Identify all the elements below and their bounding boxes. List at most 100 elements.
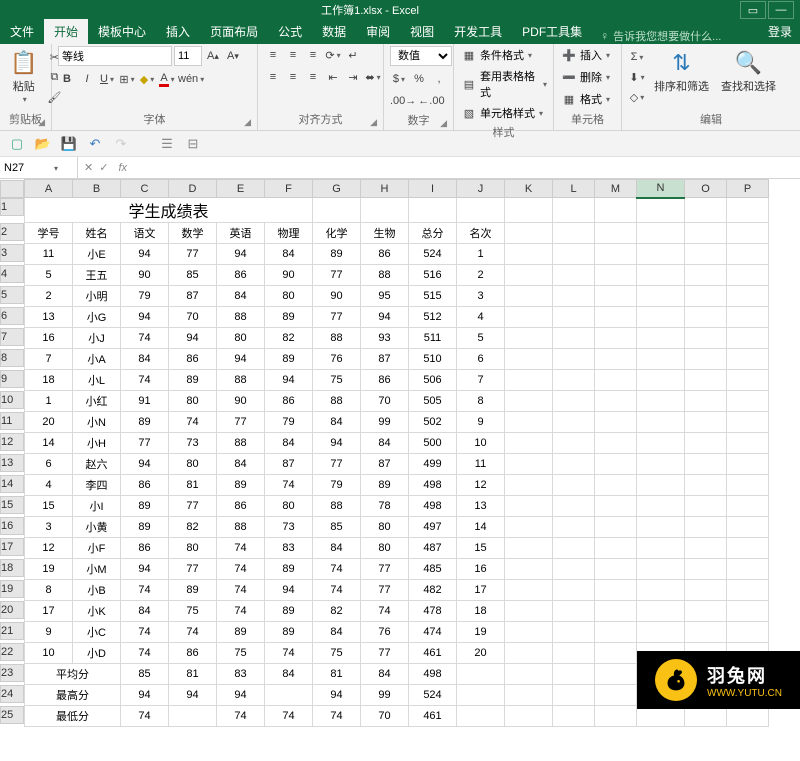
tab-view[interactable]: 视图 (400, 19, 444, 44)
cancel-formula-button[interactable]: ✕ (84, 161, 93, 174)
cell[interactable]: 515 (409, 286, 457, 307)
cell[interactable]: 89 (121, 412, 169, 433)
cell[interactable]: 小G (73, 307, 121, 328)
cell[interactable]: 86 (217, 265, 265, 286)
cell[interactable] (727, 412, 769, 433)
tab-formulas[interactable]: 公式 (268, 19, 312, 44)
cell[interactable] (457, 685, 505, 706)
cell[interactable]: 74 (361, 601, 409, 622)
cell[interactable]: 76 (313, 349, 361, 370)
cell[interactable] (361, 198, 409, 223)
cell[interactable]: 94 (121, 307, 169, 328)
cell[interactable]: 79 (121, 286, 169, 307)
cell[interactable]: 80 (217, 328, 265, 349)
cell[interactable]: 小黄 (73, 517, 121, 538)
cell[interactable]: 79 (313, 475, 361, 496)
cell[interactable]: 6 (25, 454, 73, 475)
cell[interactable]: 84 (361, 433, 409, 454)
cell[interactable]: 516 (409, 265, 457, 286)
cell[interactable]: 6 (457, 349, 505, 370)
row-header[interactable]: 19 (0, 580, 24, 598)
cell[interactable]: 小H (73, 433, 121, 454)
cell[interactable]: 512 (409, 307, 457, 328)
cell[interactable] (505, 664, 553, 685)
cell[interactable]: 1 (457, 244, 505, 265)
cell[interactable] (595, 412, 637, 433)
cell[interactable] (553, 496, 595, 517)
cell[interactable]: 498 (409, 664, 457, 685)
cell[interactable] (553, 643, 595, 664)
cell[interactable] (685, 475, 727, 496)
cell[interactable]: 英语 (217, 223, 265, 244)
col-header-H[interactable]: H (361, 180, 409, 198)
login-link[interactable]: 登录 (760, 19, 800, 44)
cell[interactable]: 86 (265, 391, 313, 412)
cell[interactable]: 524 (409, 244, 457, 265)
number-format-select[interactable]: 数值 (390, 46, 452, 66)
cell[interactable]: 89 (265, 349, 313, 370)
cell[interactable]: 86 (121, 538, 169, 559)
cell[interactable] (685, 286, 727, 307)
cell[interactable]: 12 (25, 538, 73, 559)
tell-me-search[interactable]: ♀ 告诉我您想要做什么... (592, 28, 760, 44)
cell[interactable] (505, 475, 553, 496)
cell[interactable]: 83 (217, 664, 265, 685)
tab-developer[interactable]: 开发工具 (444, 19, 512, 44)
cell[interactable]: 小L (73, 370, 121, 391)
row-header[interactable]: 15 (0, 496, 24, 514)
cell[interactable]: 74 (265, 706, 313, 727)
cell[interactable]: 10 (25, 643, 73, 664)
cell[interactable]: 5 (457, 328, 505, 349)
cell[interactable]: 77 (169, 559, 217, 580)
cell[interactable]: 86 (361, 244, 409, 265)
cell[interactable] (727, 538, 769, 559)
cell[interactable]: 77 (313, 454, 361, 475)
cell[interactable]: 4 (457, 307, 505, 328)
cell[interactable] (637, 475, 685, 496)
cell[interactable]: 74 (217, 559, 265, 580)
tab-data[interactable]: 数据 (312, 19, 356, 44)
cell[interactable] (637, 433, 685, 454)
increase-decimal-button[interactable]: .00→ (390, 92, 416, 110)
cell[interactable]: 80 (265, 496, 313, 517)
col-header-A[interactable]: A (25, 180, 73, 198)
cell[interactable]: 89 (265, 307, 313, 328)
cell[interactable]: 74 (121, 370, 169, 391)
cell[interactable]: 81 (169, 664, 217, 685)
cell[interactable]: 74 (169, 412, 217, 433)
cell[interactable] (553, 328, 595, 349)
cell[interactable]: 89 (313, 244, 361, 265)
cell[interactable]: 数学 (169, 223, 217, 244)
cell[interactable]: 461 (409, 706, 457, 727)
cell[interactable] (727, 454, 769, 475)
cell[interactable]: 11 (457, 454, 505, 475)
cell[interactable]: 87 (265, 454, 313, 475)
cell[interactable] (505, 349, 553, 370)
row-header[interactable]: 2 (0, 223, 24, 241)
cell[interactable]: 89 (265, 559, 313, 580)
cell[interactable]: 14 (457, 517, 505, 538)
row-header[interactable]: 13 (0, 454, 24, 472)
cell[interactable]: 总分 (409, 223, 457, 244)
comma-button[interactable]: , (430, 70, 448, 88)
cell[interactable] (595, 706, 637, 727)
tab-pdf[interactable]: PDF工具集 (512, 19, 592, 44)
cell[interactable]: 最低分 (25, 706, 121, 727)
fill-color-button[interactable]: ◆ (138, 70, 156, 88)
cell[interactable]: 87 (361, 349, 409, 370)
cell[interactable]: 小红 (73, 391, 121, 412)
cell[interactable] (553, 286, 595, 307)
font-size-input[interactable] (174, 46, 202, 66)
italic-button[interactable]: I (78, 70, 96, 88)
cell[interactable] (685, 517, 727, 538)
cell[interactable]: 83 (265, 538, 313, 559)
cell[interactable] (685, 433, 727, 454)
cell[interactable]: 99 (361, 412, 409, 433)
cell[interactable]: 12 (457, 475, 505, 496)
cell[interactable]: 94 (313, 433, 361, 454)
cell[interactable]: 90 (265, 265, 313, 286)
cell[interactable]: 86 (169, 349, 217, 370)
cell[interactable]: 88 (361, 265, 409, 286)
col-header-G[interactable]: G (313, 180, 361, 198)
cell[interactable]: 3 (25, 517, 73, 538)
